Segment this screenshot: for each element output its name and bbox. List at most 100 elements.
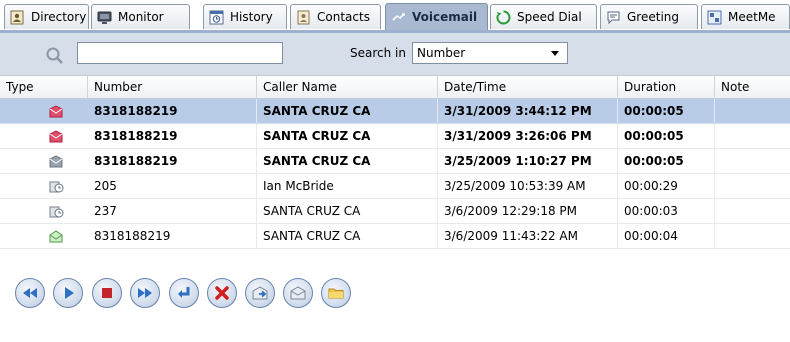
tab-monitor-label: Monitor	[118, 10, 164, 24]
read-voicemail-green-icon	[49, 230, 63, 243]
caller-name-cell: SANTA CRUZ CA	[257, 124, 438, 148]
history-icon	[209, 10, 224, 24]
date-time-cell: 3/31/2009 3:26:06 PM	[438, 124, 618, 148]
number-cell: 237	[88, 199, 257, 223]
column-type[interactable]: Type	[0, 76, 88, 98]
new-voicemail-gray-icon	[49, 155, 63, 168]
new-voicemail-red-icon	[49, 130, 63, 143]
fast-forward-icon	[138, 288, 152, 298]
tab-contacts[interactable]: Contacts	[290, 4, 381, 29]
voicemail-icon	[392, 12, 405, 21]
greeting-icon	[607, 11, 620, 24]
note-cell	[715, 124, 790, 148]
column-duration[interactable]: Duration	[618, 76, 715, 98]
note-cell	[715, 199, 790, 223]
column-note[interactable]: Note	[715, 76, 790, 98]
new-voicemail-red-icon	[49, 105, 63, 118]
voicemail-table: Type Number Caller Name Date/Time Durati…	[0, 75, 790, 251]
search-icon[interactable]	[45, 46, 65, 66]
tab-directory-label: Directory	[31, 10, 87, 24]
tab-greeting-label: Greeting	[627, 10, 679, 24]
caller-name-cell: SANTA CRUZ CA	[257, 199, 438, 223]
date-time-cell: 3/25/2009 10:53:39 AM	[438, 174, 618, 198]
chevron-down-icon[interactable]	[551, 51, 559, 56]
duration-cell: 00:00:03	[618, 199, 715, 223]
note-cell	[715, 224, 790, 248]
voicemail-toolbar	[0, 251, 790, 342]
number-cell: 8318188219	[88, 149, 257, 173]
speed-dial-icon	[496, 10, 511, 24]
mark-read-icon	[290, 286, 306, 300]
folder-icon	[328, 288, 344, 299]
number-cell: 8318188219	[88, 99, 257, 123]
table-row[interactable]: 205 Ian McBride 3/25/2009 10:53:39 AM 00…	[0, 174, 790, 199]
table-header: Type Number Caller Name Date/Time Durati…	[0, 75, 790, 99]
rewind-button[interactable]	[15, 278, 45, 308]
tab-greeting[interactable]: Greeting	[600, 4, 698, 29]
caller-name-cell: SANTA CRUZ CA	[257, 149, 438, 173]
save-to-folder-button[interactable]	[321, 278, 351, 308]
search-bar: Search in Number	[0, 30, 790, 75]
tab-meetme[interactable]: MeetMe	[701, 4, 790, 29]
tab-voicemail[interactable]: Voicemail	[385, 3, 488, 30]
column-number[interactable]: Number	[88, 76, 257, 98]
number-cell: 8318188219	[88, 224, 257, 248]
tab-meetme-label: MeetMe	[728, 10, 776, 24]
tab-directory[interactable]: Directory	[4, 4, 89, 29]
play-button[interactable]	[53, 278, 83, 308]
caller-name-cell: SANTA CRUZ CA	[257, 99, 438, 123]
caller-name-cell: SANTA CRUZ CA	[257, 224, 438, 248]
saved-voicemail-icon	[49, 181, 64, 193]
delete-button[interactable]	[207, 278, 237, 308]
saved-voicemail-icon	[49, 206, 64, 218]
caller-name-cell: Ian McBride	[257, 174, 438, 198]
note-cell	[715, 99, 790, 123]
tab-monitor[interactable]: Monitor	[91, 4, 190, 29]
date-time-cell: 3/31/2009 3:44:12 PM	[438, 99, 618, 123]
note-cell	[715, 149, 790, 173]
number-cell: 205	[88, 174, 257, 198]
stop-button[interactable]	[92, 278, 122, 308]
duration-cell: 00:00:05	[618, 149, 715, 173]
tab-contacts-label: Contacts	[317, 10, 370, 24]
tab-speed-dial[interactable]: Speed Dial	[490, 4, 597, 29]
return-call-icon	[178, 287, 190, 298]
search-in-value: Number	[417, 46, 466, 60]
search-input[interactable]	[77, 42, 283, 64]
duration-cell: 00:00:05	[618, 99, 715, 123]
play-icon	[65, 287, 74, 299]
tab-history[interactable]: History	[203, 4, 287, 29]
table-row[interactable]: 237 SANTA CRUZ CA 3/6/2009 12:29:18 PM 0…	[0, 199, 790, 224]
table-row[interactable]: 8318188219 SANTA CRUZ CA 3/25/2009 1:10:…	[0, 149, 790, 174]
monitor-icon	[97, 11, 112, 24]
tab-history-label: History	[230, 10, 273, 24]
delete-icon	[215, 286, 229, 300]
tab-voicemail-label: Voicemail	[412, 10, 478, 24]
search-in-select[interactable]: Number	[412, 42, 568, 64]
date-time-cell: 3/6/2009 11:43:22 AM	[438, 224, 618, 248]
note-cell	[715, 174, 790, 198]
date-time-cell: 3/25/2009 1:10:27 PM	[438, 149, 618, 173]
number-cell: 8318188219	[88, 124, 257, 148]
duration-cell: 00:00:04	[618, 224, 715, 248]
column-date-time[interactable]: Date/Time	[438, 76, 618, 98]
duration-cell: 00:00:05	[618, 124, 715, 148]
table-row[interactable]: 8318188219 SANTA CRUZ CA 3/31/2009 3:26:…	[0, 124, 790, 149]
fast-forward-button[interactable]	[130, 278, 160, 308]
column-caller-name[interactable]: Caller Name	[257, 76, 438, 98]
duration-cell: 00:00:29	[618, 174, 715, 198]
forward-message-icon	[252, 286, 268, 300]
contacts-icon	[297, 10, 310, 24]
mark-read-button[interactable]	[283, 278, 313, 308]
meetme-icon	[707, 10, 722, 24]
table-row[interactable]: 8318188219 SANTA CRUZ CA 3/6/2009 11:43:…	[0, 224, 790, 249]
tab-speed-dial-label: Speed Dial	[517, 10, 582, 24]
search-in-label: Search in	[350, 46, 406, 60]
tab-bar: Directory Monitor History Contacts Voice…	[0, 0, 790, 30]
table-row[interactable]: 8318188219 SANTA CRUZ CA 3/31/2009 3:44:…	[0, 99, 790, 124]
return-call-button[interactable]	[169, 278, 199, 308]
stop-icon	[102, 288, 112, 298]
forward-message-button[interactable]	[245, 278, 275, 308]
directory-icon	[10, 10, 24, 24]
rewind-icon	[23, 288, 37, 298]
